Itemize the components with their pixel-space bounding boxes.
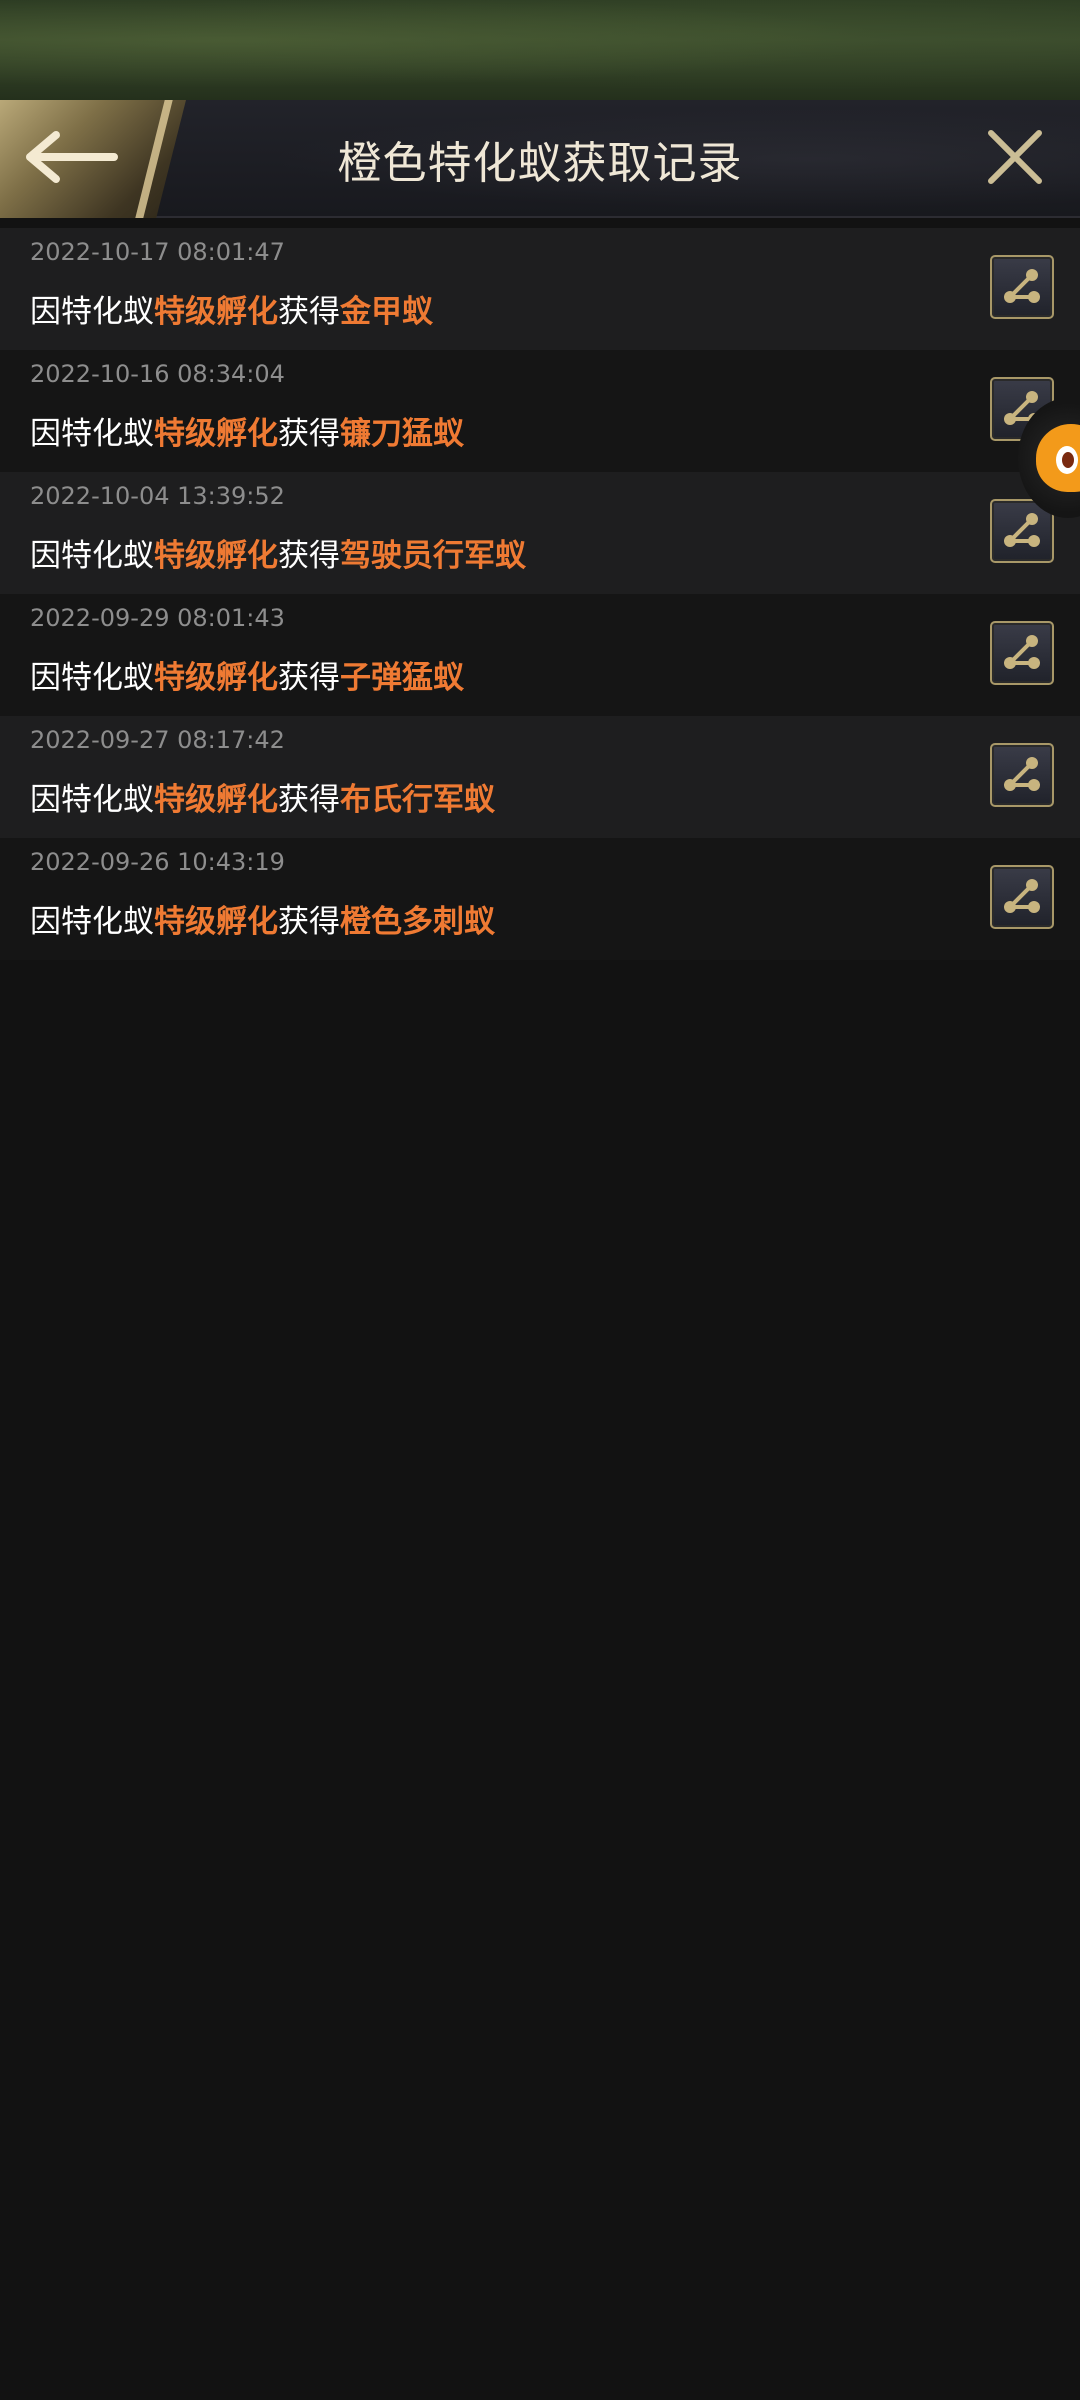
record-prefix: 因特化蚁 — [30, 538, 154, 574]
record-message: 因特化蚁特级孵化获得驾驶员行军蚁 — [30, 530, 526, 575]
record-time: 2022-10-04 13:39:52 — [30, 482, 285, 510]
share-icon — [998, 749, 1046, 801]
share-icon — [998, 505, 1046, 557]
record-message: 因特化蚁特级孵化获得镰刀猛蚁 — [30, 408, 464, 453]
record-message: 因特化蚁特级孵化获得橙色多刺蚁 — [30, 896, 495, 941]
list-item: 2022-09-26 10:43:19 因特化蚁特级孵化获得橙色多刺蚁 — [0, 838, 1080, 960]
record-message: 因特化蚁特级孵化获得子弹猛蚁 — [30, 652, 464, 697]
background-banner — [0, 0, 1080, 100]
back-button[interactable] — [0, 100, 186, 218]
record-action: 特级孵化 — [154, 538, 278, 574]
record-message: 因特化蚁特级孵化获得布氏行军蚁 — [30, 774, 495, 819]
record-mid: 获得 — [278, 538, 340, 574]
share-button[interactable] — [990, 621, 1054, 685]
list-item: 2022-10-04 13:39:52 因特化蚁特级孵化获得驾驶员行军蚁 — [0, 472, 1080, 594]
record-reward: 镰刀猛蚁 — [340, 416, 464, 452]
record-reward: 驾驶员行军蚁 — [340, 538, 526, 574]
close-button[interactable] — [978, 122, 1052, 196]
record-time: 2022-09-26 10:43:19 — [30, 848, 285, 876]
share-icon — [998, 871, 1046, 923]
record-action: 特级孵化 — [154, 416, 278, 452]
record-time: 2022-09-27 08:17:42 — [30, 726, 285, 754]
page-title: 橙色特化蚁获取记录 — [337, 138, 743, 189]
record-time: 2022-09-29 08:01:43 — [30, 604, 285, 632]
record-list: 2022-10-17 08:01:47 因特化蚁特级孵化获得金甲蚁 2022-1… — [0, 228, 1080, 960]
list-item: 2022-10-16 08:34:04 因特化蚁特级孵化获得镰刀猛蚁 — [0, 350, 1080, 472]
record-message: 因特化蚁特级孵化获得金甲蚁 — [30, 286, 433, 331]
list-item: 2022-09-29 08:01:43 因特化蚁特级孵化获得子弹猛蚁 — [0, 594, 1080, 716]
share-icon — [998, 627, 1046, 679]
record-mid: 获得 — [278, 294, 340, 330]
share-icon — [998, 261, 1046, 313]
record-action: 特级孵化 — [154, 294, 278, 330]
record-time: 2022-10-16 08:34:04 — [30, 360, 285, 388]
share-button[interactable] — [990, 865, 1054, 929]
record-mid: 获得 — [278, 782, 340, 818]
record-reward: 橙色多刺蚁 — [340, 904, 495, 940]
record-action: 特级孵化 — [154, 782, 278, 818]
list-item: 2022-09-27 08:17:42 因特化蚁特级孵化获得布氏行军蚁 — [0, 716, 1080, 838]
record-prefix: 因特化蚁 — [30, 904, 154, 940]
arrow-left-icon — [24, 129, 120, 189]
header-bar: 橙色特化蚁获取记录 — [0, 100, 1080, 218]
record-prefix: 因特化蚁 — [30, 660, 154, 696]
record-reward: 金甲蚁 — [340, 294, 433, 330]
record-prefix: 因特化蚁 — [30, 416, 154, 452]
share-button[interactable] — [990, 255, 1054, 319]
record-mid: 获得 — [278, 660, 340, 696]
assistant-pupil — [1062, 452, 1074, 468]
record-reward: 布氏行军蚁 — [340, 782, 495, 818]
record-action: 特级孵化 — [154, 904, 278, 940]
record-reward: 子弹猛蚁 — [340, 660, 464, 696]
record-mid: 获得 — [278, 416, 340, 452]
record-prefix: 因特化蚁 — [30, 294, 154, 330]
record-prefix: 因特化蚁 — [30, 782, 154, 818]
share-button[interactable] — [990, 743, 1054, 807]
record-time: 2022-10-17 08:01:47 — [30, 238, 285, 266]
record-mid: 获得 — [278, 904, 340, 940]
record-action: 特级孵化 — [154, 660, 278, 696]
list-item: 2022-10-17 08:01:47 因特化蚁特级孵化获得金甲蚁 — [0, 228, 1080, 350]
close-icon — [985, 127, 1045, 191]
